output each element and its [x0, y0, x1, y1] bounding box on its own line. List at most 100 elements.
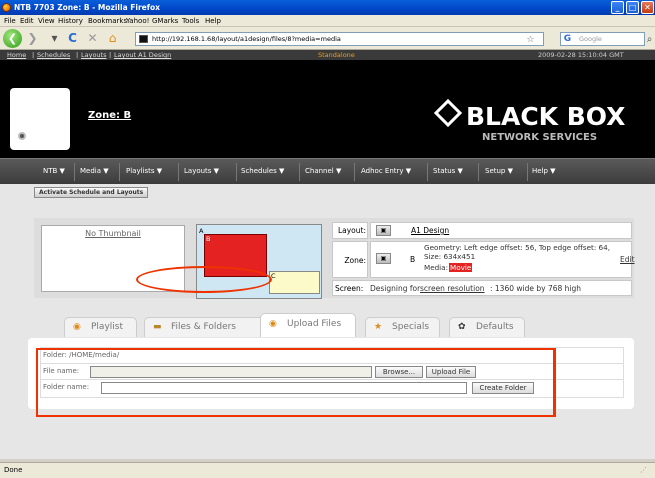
- nav-help[interactable]: Help ▼: [532, 167, 556, 175]
- screen-resolution-link[interactable]: screen resolution: [420, 284, 485, 293]
- tab-defaults[interactable]: ✿ Defaults: [449, 317, 525, 337]
- nav-adhoc-entry[interactable]: Adhoc Entry ▼: [361, 167, 411, 175]
- file-name-label: File name:: [43, 367, 80, 375]
- tab-files-folders[interactable]: ▬ Files & Folders: [144, 317, 267, 337]
- search-icon[interactable]: ⌕: [641, 31, 655, 48]
- menu-view[interactable]: View: [38, 17, 55, 25]
- star-icon: ★: [374, 322, 383, 332]
- nav-schedules[interactable]: Schedules ▼: [241, 167, 284, 175]
- crumb-layouts[interactable]: Layouts: [81, 50, 106, 60]
- layout-preview: A B C: [196, 224, 322, 299]
- zone-image-icon[interactable]: ▣: [376, 253, 391, 264]
- back-arrow-icon[interactable]: ❮: [3, 29, 22, 48]
- zone-c-region[interactable]: C: [269, 271, 320, 294]
- nav-media[interactable]: Media ▼: [80, 167, 109, 175]
- url-text: http://192.168.1.68/layout/a1design/file…: [152, 35, 341, 43]
- screen-suffix: : 1360 wide by 768 high: [490, 284, 581, 293]
- menu-yahoo[interactable]: Yahoo!: [126, 17, 149, 25]
- status-bar: Done ⋰: [0, 462, 655, 478]
- playlist-icon: ◉: [73, 322, 81, 332]
- layout-label: Layout:: [337, 226, 366, 235]
- zone-letter: B: [410, 255, 416, 264]
- screen-label: Screen:: [335, 284, 364, 293]
- create-folder-button[interactable]: Create Folder: [472, 382, 534, 394]
- close-button[interactable]: ✕: [641, 1, 654, 14]
- zone-box: [10, 88, 70, 150]
- nav-status[interactable]: Status ▼: [433, 167, 463, 175]
- window-title-bar: NTB 7703 Zone: B - Mozilla Firefox: [0, 0, 655, 15]
- nav-channel[interactable]: Channel ▼: [305, 167, 341, 175]
- tab-playlist-label: Playlist: [91, 322, 123, 332]
- folder-path: Folder: /HOME/media/: [43, 351, 120, 359]
- tab-specials[interactable]: ★ Specials: [365, 317, 440, 337]
- browse-button[interactable]: Browse...: [375, 366, 423, 378]
- brand-subtitle: NETWORK SERVICES: [482, 132, 598, 143]
- layout-value-cell: [370, 222, 632, 239]
- thumbnail-placeholder: No Thumbnail: [41, 225, 185, 292]
- zone-b-region[interactable]: B: [204, 234, 267, 277]
- menu-help[interactable]: Help: [205, 17, 221, 25]
- nav-layouts[interactable]: Layouts ▼: [184, 167, 219, 175]
- layout-image-icon[interactable]: ▣: [376, 225, 391, 236]
- crumb-schedules[interactable]: Schedules: [37, 50, 70, 60]
- status-text: Done: [4, 466, 23, 474]
- url-field[interactable]: http://192.168.1.68/layout/a1design/file…: [135, 32, 544, 46]
- browser-menu-bar: File Edit View History Bookmarks Yahoo! …: [0, 15, 655, 27]
- black-box-logo-icon: [433, 98, 463, 128]
- mode-indicator: Standalone: [318, 51, 355, 59]
- folder-name-input[interactable]: [101, 382, 467, 394]
- app-header: Zone: B BLACK BOX NETWORK SERVICES: [0, 60, 655, 158]
- no-thumbnail-text[interactable]: No Thumbnail: [85, 229, 141, 238]
- menu-file[interactable]: File: [4, 17, 16, 25]
- nav-setup[interactable]: Setup ▼: [485, 167, 513, 175]
- upload-panel: Folder: /HOME/media/ File name: Folder n…: [28, 338, 634, 409]
- file-name-input[interactable]: [90, 366, 372, 378]
- zone-title[interactable]: Zone: B: [88, 110, 131, 121]
- reload-icon[interactable]: C: [64, 30, 81, 47]
- folder-name-label: Folder name:: [43, 383, 90, 391]
- zone-media-value: Movie: [449, 263, 473, 272]
- upload-icon: ◉: [269, 319, 277, 329]
- nav-ntb[interactable]: NTB ▼: [43, 167, 65, 175]
- zone-a-label[interactable]: A: [199, 227, 206, 235]
- brand-name: BLACK BOX: [466, 102, 626, 131]
- zone-media-label: Media:: [424, 263, 449, 272]
- google-icon[interactable]: G: [559, 31, 576, 48]
- tab-upload-files[interactable]: ◉ Upload Files: [260, 313, 356, 337]
- tab-playlist[interactable]: ◉ Playlist: [64, 317, 137, 337]
- zone-label: Zone:: [344, 256, 366, 265]
- resize-grip-icon[interactable]: ⋰: [640, 463, 647, 478]
- site-favicon-icon: [139, 35, 148, 43]
- folder-row: Folder: /HOME/media/: [40, 347, 624, 364]
- dropdown-chevron-icon[interactable]: ▾: [46, 30, 63, 47]
- edit-zone-link[interactable]: Edit: [620, 255, 635, 264]
- menu-tools[interactable]: Tools: [182, 17, 199, 25]
- top-strip: Home | Schedules | Layouts | Layout A1 D…: [0, 50, 655, 60]
- browser-nav-bar: ❮ ❯ ▾ C ✕ ⌂ http://192.168.1.68/layout/a…: [0, 27, 655, 50]
- activate-schedule-button[interactable]: Activate Schedule and Layouts: [34, 187, 149, 198]
- forward-arrow-icon[interactable]: ❯: [24, 30, 41, 47]
- tab-defaults-label: Defaults: [476, 322, 514, 332]
- zone-button-icon[interactable]: [18, 132, 26, 140]
- zone-geometry: Geometry: Left edge offset: 56, Top edge…: [424, 243, 610, 261]
- search-placeholder: Google: [579, 35, 602, 43]
- crumb-home[interactable]: Home: [7, 50, 26, 60]
- screen-prefix: Designing for: [370, 284, 421, 293]
- bookmark-star-icon[interactable]: ☆: [522, 32, 539, 49]
- menu-bookmarks[interactable]: Bookmarks: [88, 17, 127, 25]
- folder-icon: ▬: [153, 322, 162, 332]
- menu-gmarks[interactable]: GMarks: [152, 17, 178, 25]
- crumb-layout-a1[interactable]: Layout A1 Design: [114, 50, 171, 60]
- tab-files-folders-label: Files & Folders: [171, 322, 236, 332]
- maximize-button[interactable]: □: [626, 1, 639, 14]
- layout-link[interactable]: A1 Design: [411, 226, 449, 235]
- home-icon[interactable]: ⌂: [104, 30, 121, 47]
- minimize-button[interactable]: _: [611, 1, 624, 14]
- menu-edit[interactable]: Edit: [20, 17, 34, 25]
- app-nav-menu: NTB ▼ Media ▼ Playlists ▼ Layouts ▼ Sche…: [0, 158, 655, 184]
- gear-icon: ✿: [458, 322, 466, 332]
- nav-playlists[interactable]: Playlists ▼: [126, 167, 162, 175]
- menu-history[interactable]: History: [58, 17, 83, 25]
- stop-icon[interactable]: ✕: [84, 30, 101, 47]
- upload-file-button[interactable]: Upload File: [426, 366, 476, 378]
